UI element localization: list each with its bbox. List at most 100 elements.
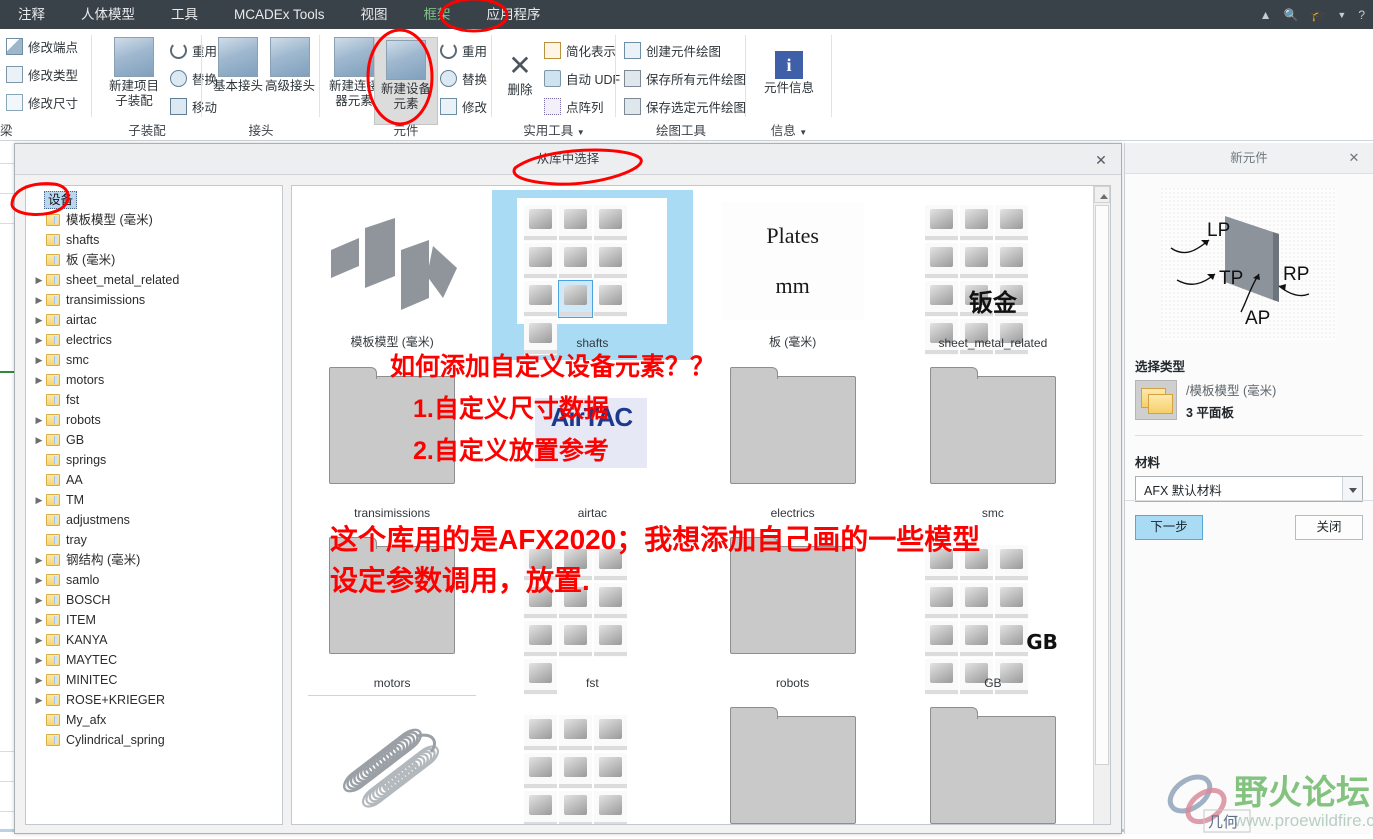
expand-arrow-icon[interactable]: ▶ bbox=[32, 695, 46, 706]
tree-node[interactable]: 板 (毫米) bbox=[26, 250, 282, 270]
expand-arrow-icon[interactable]: ▶ bbox=[32, 375, 46, 386]
mini-part[interactable] bbox=[524, 753, 558, 789]
library-item[interactable]: GB GB bbox=[893, 530, 1093, 700]
mini-part[interactable] bbox=[994, 583, 1028, 619]
expand-arrow-icon[interactable]: ▶ bbox=[32, 275, 46, 286]
search-icon[interactable]: 🔍 bbox=[1283, 8, 1298, 22]
tree-node[interactable]: ▶ smc bbox=[26, 350, 282, 370]
chevron-down-icon[interactable]: ▼ bbox=[577, 128, 585, 137]
grid-scrollbar[interactable] bbox=[1093, 186, 1110, 824]
ribbon-button-reuse-comp[interactable]: 重用 bbox=[440, 41, 487, 60]
mini-part[interactable] bbox=[994, 545, 1028, 581]
tree-node[interactable]: Cylindrical_spring bbox=[26, 730, 282, 750]
collapse-ribbon-icon[interactable]: ▲ bbox=[1260, 8, 1272, 22]
tree-node[interactable]: AA bbox=[26, 470, 282, 490]
library-item[interactable]: TM bbox=[693, 700, 893, 824]
mini-part[interactable] bbox=[524, 791, 558, 824]
library-item[interactable]: transimissions bbox=[292, 360, 492, 530]
ribbon-button-point-pattern[interactable]: 点阵列 bbox=[544, 97, 604, 116]
ribbon-button-simplified-representation[interactable]: 简化表示 bbox=[544, 41, 616, 60]
mini-part[interactable] bbox=[594, 205, 628, 241]
ribbon-tab-applications[interactable]: 应用程序 bbox=[469, 0, 559, 29]
tree-node[interactable]: My_afx bbox=[26, 710, 282, 730]
tree-node[interactable]: ▶ robots bbox=[26, 410, 282, 430]
tree-node[interactable]: ▶ GB bbox=[26, 430, 282, 450]
library-item[interactable]: 钣金 sheet_metal_related bbox=[893, 190, 1093, 360]
mini-part[interactable] bbox=[559, 791, 593, 824]
expand-arrow-icon[interactable]: ▶ bbox=[32, 575, 46, 586]
ribbon-button-auto-udf[interactable]: 自动 UDF bbox=[544, 69, 620, 88]
ribbon-tab-annotate[interactable]: 注释 bbox=[0, 0, 63, 29]
library-item[interactable]: AirTAC airtac bbox=[492, 360, 692, 530]
ribbon-button-modify-comp[interactable]: 修改 bbox=[440, 97, 487, 116]
ribbon-tab-mcadex-tools[interactable]: MCADEx Tools bbox=[216, 0, 343, 29]
ribbon-tab-manikin[interactable]: 人体模型 bbox=[63, 0, 153, 29]
next-button[interactable]: 下一步 bbox=[1135, 515, 1203, 540]
mini-part[interactable] bbox=[959, 583, 993, 619]
tree-node[interactable]: ▶ airtac bbox=[26, 310, 282, 330]
expand-arrow-icon[interactable]: ▶ bbox=[32, 595, 46, 606]
mini-part[interactable] bbox=[959, 621, 993, 657]
library-item[interactable]: fst bbox=[492, 530, 692, 700]
ribbon-button-new-equipment-element[interactable]: 新建设备 元素 bbox=[374, 37, 438, 125]
mini-part[interactable] bbox=[959, 545, 993, 581]
mini-part[interactable] bbox=[559, 621, 593, 657]
tree-node-root[interactable]: 设备 bbox=[26, 190, 282, 210]
ribbon-button-save-selected-drawings[interactable]: 保存选定元件绘图 bbox=[624, 97, 746, 116]
tree-node[interactable]: springs bbox=[26, 450, 282, 470]
mini-part[interactable] bbox=[559, 583, 593, 619]
mini-part[interactable] bbox=[594, 243, 628, 279]
expand-arrow-icon[interactable]: ▶ bbox=[32, 495, 46, 506]
mini-part[interactable] bbox=[594, 545, 628, 581]
library-item[interactable]: springs bbox=[292, 700, 492, 824]
mini-part[interactable] bbox=[959, 243, 993, 279]
question-icon[interactable]: ? bbox=[1358, 8, 1365, 22]
mini-part[interactable] bbox=[558, 280, 594, 318]
tree-node[interactable]: ▶ 钢结构 (毫米) bbox=[26, 550, 282, 570]
chevron-down-icon[interactable]: ▼ bbox=[1337, 10, 1346, 20]
library-item[interactable]: electrics bbox=[693, 360, 893, 530]
ribbon-group-label-info[interactable]: 信息 ▼ bbox=[746, 120, 832, 139]
tree-node[interactable]: ▶ BOSCH bbox=[26, 590, 282, 610]
mini-part[interactable] bbox=[559, 753, 593, 789]
expand-arrow-icon[interactable]: ▶ bbox=[32, 615, 46, 626]
tree-node[interactable]: shafts bbox=[26, 230, 282, 250]
close-icon[interactable]: ✕ bbox=[1091, 150, 1111, 170]
library-item[interactable]: 模板模型 (毫米) bbox=[292, 190, 492, 360]
ribbon-button-replace-comp[interactable]: 替换 bbox=[440, 69, 487, 88]
mini-part[interactable] bbox=[994, 621, 1028, 657]
tree-node[interactable]: ▶ MAYTEC bbox=[26, 650, 282, 670]
tree-node[interactable]: ▶ transimissions bbox=[26, 290, 282, 310]
mini-part[interactable] bbox=[594, 791, 628, 824]
mini-part[interactable] bbox=[559, 545, 593, 581]
mini-part[interactable] bbox=[524, 621, 558, 657]
tree-node[interactable]: adjustmens bbox=[26, 510, 282, 530]
mini-part[interactable] bbox=[924, 243, 958, 279]
tree-node[interactable]: 模板模型 (毫米) bbox=[26, 210, 282, 230]
library-tree[interactable]: 设备 模板模型 (毫米) shafts 板 (毫米) ▶ sheet_metal_rela… bbox=[26, 186, 282, 824]
expand-arrow-icon[interactable]: ▶ bbox=[32, 555, 46, 566]
mini-part[interactable] bbox=[959, 205, 993, 241]
ribbon-button-delete[interactable]: ✕ 删除 bbox=[492, 51, 548, 98]
mini-part[interactable] bbox=[559, 715, 593, 751]
tree-node[interactable]: ▶ ROSE+KRIEGER bbox=[26, 690, 282, 710]
ribbon-button-save-all-drawings[interactable]: 保存所有元件绘图 bbox=[624, 69, 746, 88]
library-item[interactable]: smc bbox=[893, 360, 1093, 530]
library-item[interactable]: adjustmens bbox=[893, 700, 1093, 824]
expand-arrow-icon[interactable]: ▶ bbox=[32, 355, 46, 366]
mini-part[interactable] bbox=[594, 621, 628, 657]
expand-arrow-icon[interactable]: ▶ bbox=[32, 675, 46, 686]
expand-arrow-icon[interactable]: ▶ bbox=[32, 415, 46, 426]
ribbon-group-label-utilities[interactable]: 实用工具 ▼ bbox=[492, 120, 616, 139]
chevron-down-icon[interactable]: ▼ bbox=[799, 128, 807, 137]
tree-node[interactable]: ▶ MINITEC bbox=[26, 670, 282, 690]
close-button[interactable]: 关闭 bbox=[1295, 515, 1363, 540]
ribbon-button-advanced-joint[interactable]: 高级接头 bbox=[258, 37, 322, 94]
mini-part[interactable] bbox=[559, 205, 593, 241]
mini-part[interactable] bbox=[524, 583, 558, 619]
ribbon-tab-tools[interactable]: 工具 bbox=[153, 0, 216, 29]
mini-part[interactable] bbox=[524, 205, 558, 241]
selected-type-row[interactable]: /模板模型 (毫米) 3 平面板 bbox=[1135, 380, 1363, 421]
ribbon-tab-frame[interactable]: 框架 bbox=[406, 0, 469, 29]
material-select[interactable]: AFX 默认材料 bbox=[1135, 476, 1363, 502]
